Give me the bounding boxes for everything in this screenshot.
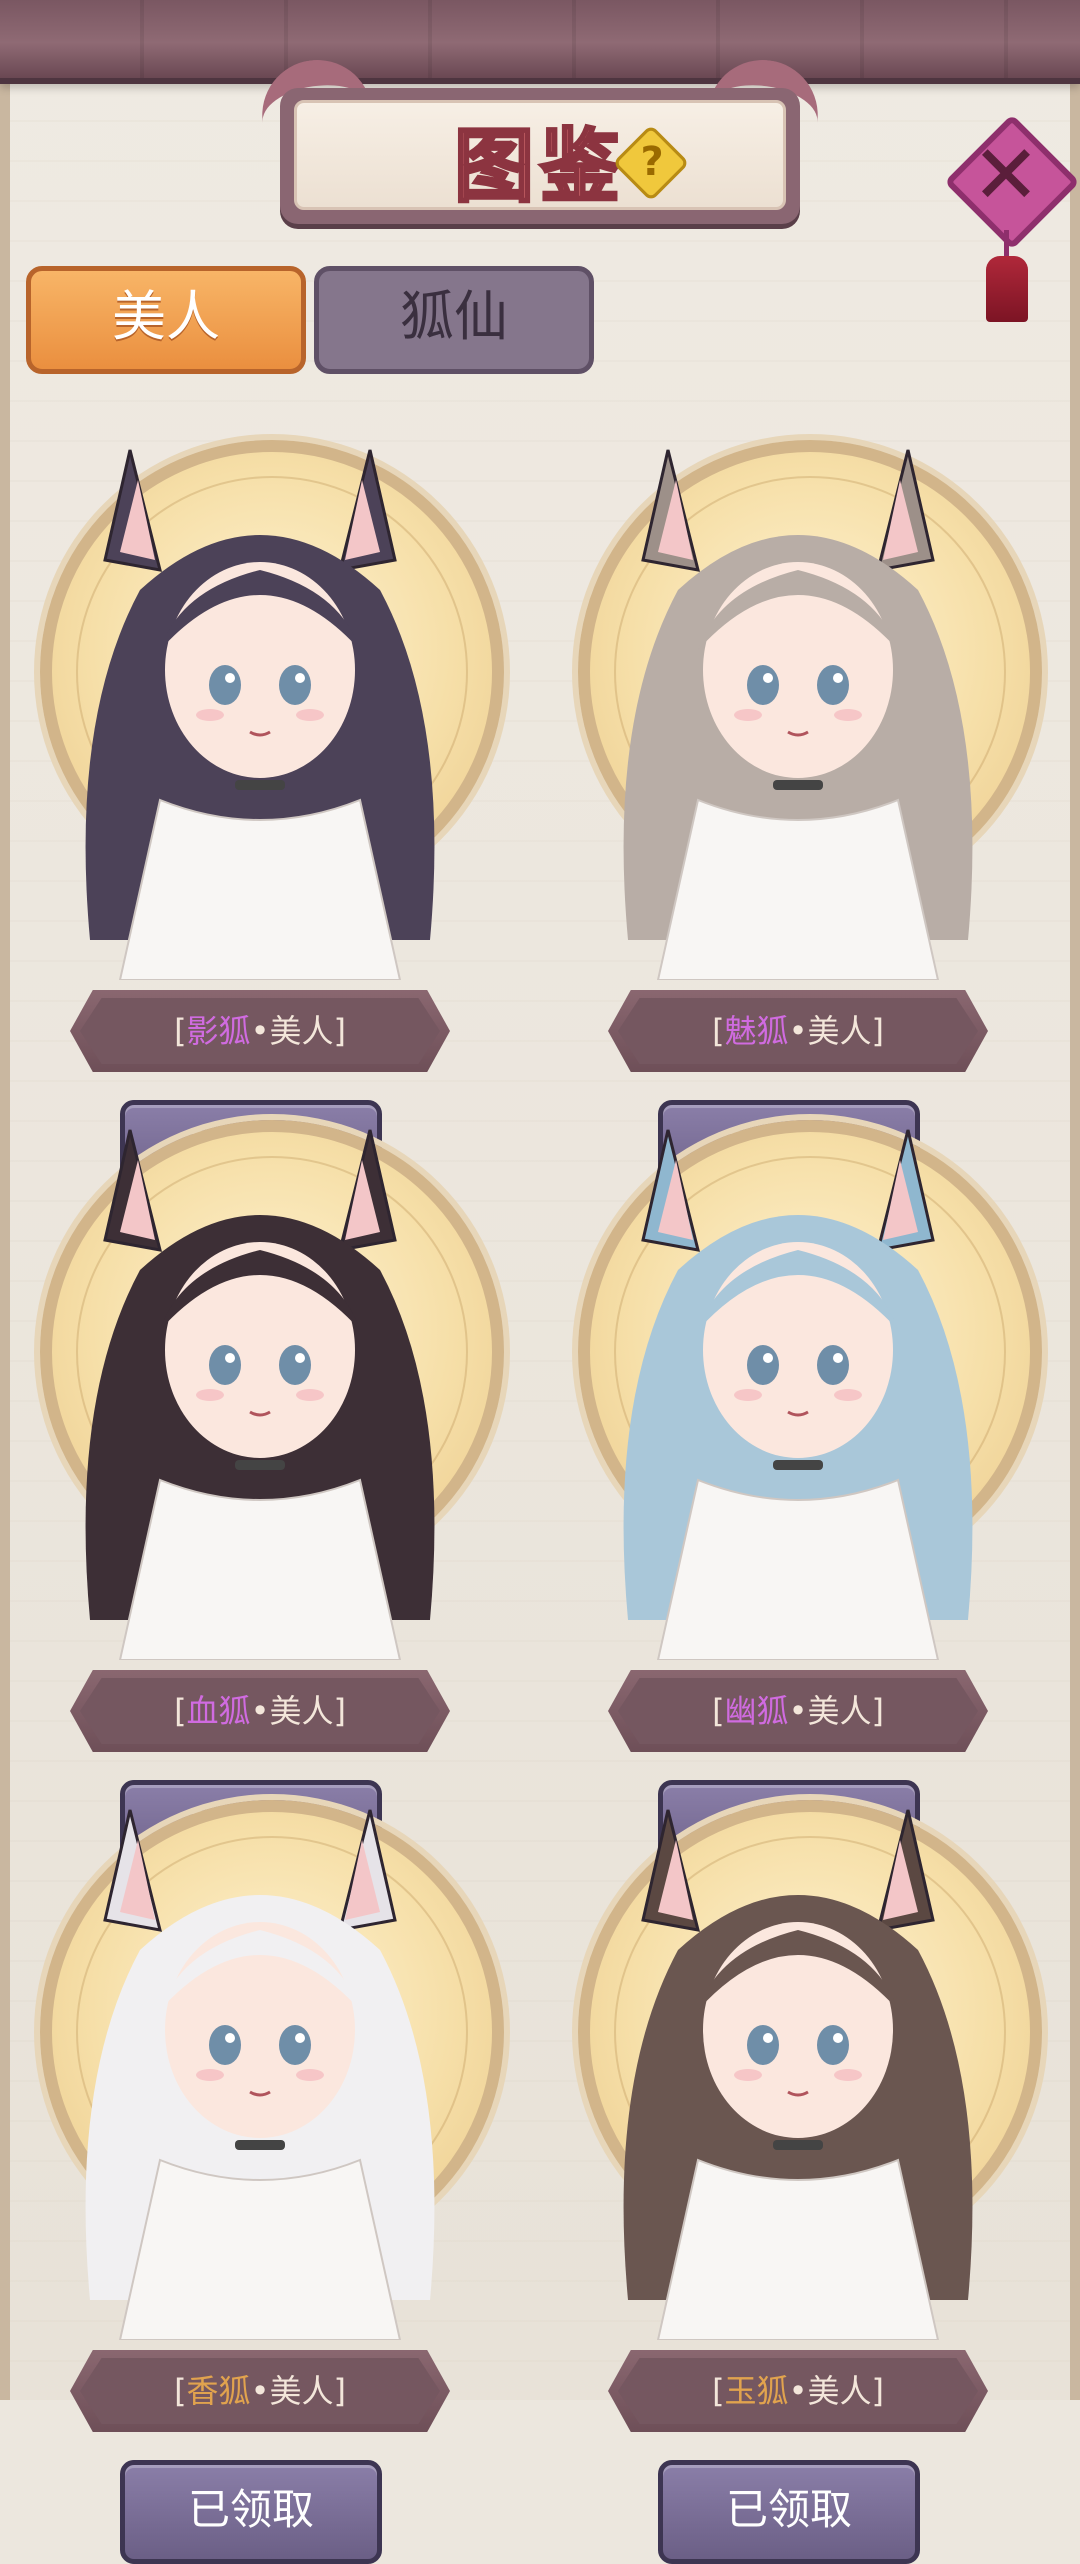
character-portrait	[85, 449, 435, 980]
name-label: [幽狐•美人]	[618, 1678, 978, 1744]
character-card[interactable]: [魅狐•美人] 已领取	[548, 420, 1048, 1204]
question-icon: ?	[640, 138, 664, 185]
close-icon: ✕	[971, 128, 1041, 223]
name-label: [魅狐•美人]	[618, 998, 978, 1064]
character-card[interactable]: [玉狐•美人] 已领取	[548, 1780, 1048, 2564]
character-portrait	[623, 1129, 973, 1660]
character-portrait	[623, 1809, 973, 2340]
tab-beauty[interactable]: 美人	[26, 266, 306, 374]
tab-fox-immortal[interactable]: 狐仙	[314, 266, 594, 374]
fox-name: 血狐	[186, 1692, 251, 1730]
name-label: [香狐•美人]	[80, 2358, 440, 2424]
title-plaque: 图鉴	[280, 88, 800, 224]
character-card[interactable]: [影狐•美人] 已领取	[10, 420, 510, 1204]
fox-name: 玉狐	[724, 2372, 789, 2410]
character-card[interactable]: [幽狐•美人] 已领取	[548, 1100, 1048, 1884]
character-portrait	[623, 449, 973, 980]
claimed-button[interactable]: 已领取	[120, 2460, 382, 2564]
fox-suffix: •美人	[788, 1692, 872, 1730]
fox-name: 幽狐	[724, 1692, 789, 1730]
character-card[interactable]: [血狐•美人] 已领取	[10, 1100, 510, 1884]
claimed-button[interactable]: 已领取	[658, 2460, 920, 2564]
fox-suffix: •美人	[250, 1692, 334, 1730]
fox-suffix: •美人	[788, 2372, 872, 2410]
fox-suffix: •美人	[250, 1012, 334, 1050]
top-wooden-beam	[0, 0, 1080, 84]
name-label: [血狐•美人]	[80, 1678, 440, 1744]
name-label: [玉狐•美人]	[618, 2358, 978, 2424]
close-button[interactable]: ✕	[944, 114, 1080, 330]
left-border	[0, 40, 10, 2400]
page-title: 图鉴	[453, 118, 626, 215]
name-label: [影狐•美人]	[80, 998, 440, 1064]
fox-name: 香狐	[186, 2372, 251, 2410]
character-portrait	[85, 1809, 435, 2340]
fox-name: 影狐	[186, 1012, 251, 1050]
fox-name: 魅狐	[724, 1012, 789, 1050]
character-portrait	[85, 1129, 435, 1660]
help-button[interactable]: ?	[612, 124, 690, 202]
fox-suffix: •美人	[250, 2372, 334, 2410]
tassel-icon	[986, 256, 1028, 322]
character-card[interactable]: [香狐•美人] 已领取	[10, 1780, 510, 2564]
fox-suffix: •美人	[788, 1012, 872, 1050]
right-border	[1070, 40, 1080, 2400]
